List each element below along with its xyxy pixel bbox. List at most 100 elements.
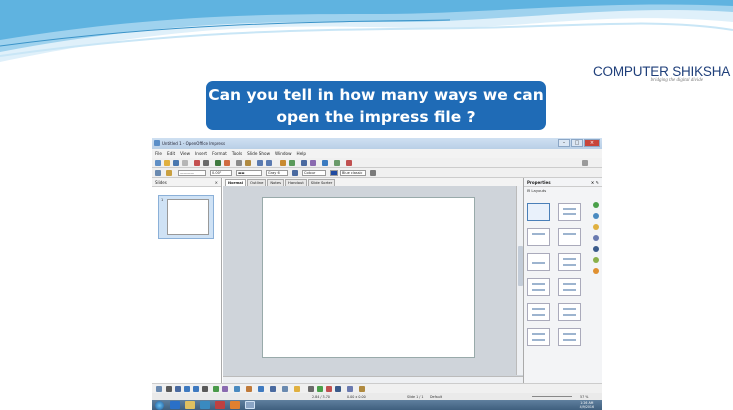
help-icon[interactable]: [322, 160, 328, 166]
flowchart-icon[interactable]: [270, 386, 276, 392]
rectangle-icon[interactable]: [184, 386, 190, 392]
tab-slide-sorter[interactable]: Slide Sorter: [307, 179, 336, 186]
glue-points-icon[interactable]: [347, 386, 353, 392]
undo-icon[interactable]: [257, 160, 263, 166]
menu-view[interactable]: View: [180, 151, 190, 156]
copy-icon[interactable]: [236, 160, 242, 166]
text-icon[interactable]: [202, 386, 208, 392]
effects-icon[interactable]: [359, 386, 365, 392]
area-fill-type-select[interactable]: Colour: [302, 170, 326, 176]
tab-outline[interactable]: Outline: [247, 179, 267, 186]
layout-two-content[interactable]: [558, 228, 581, 246]
styles-icon[interactable]: [593, 246, 599, 252]
callouts-icon[interactable]: [282, 386, 288, 392]
gallery-sidebar-icon[interactable]: [593, 257, 599, 263]
layout-title-text[interactable]: [558, 253, 581, 271]
menu-window[interactable]: Window: [275, 151, 292, 156]
properties-deck-icon[interactable]: [593, 202, 599, 208]
layout-title-only[interactable]: [527, 228, 550, 246]
curve-icon[interactable]: [213, 386, 219, 392]
block-arrows-icon[interactable]: [258, 386, 264, 392]
tab-notes[interactable]: Notes: [267, 179, 285, 186]
layout-blank[interactable]: [527, 203, 550, 221]
ellipse-icon[interactable]: [193, 386, 199, 392]
layout-title-2-over[interactable]: [558, 303, 581, 321]
tab-handout[interactable]: Handout: [285, 179, 307, 186]
close-button[interactable]: ×: [584, 139, 600, 147]
image-icon[interactable]: [326, 386, 332, 392]
redo-icon[interactable]: [266, 160, 272, 166]
navigator-sidebar-icon[interactable]: [593, 268, 599, 274]
shadow-icon[interactable]: [370, 170, 376, 176]
zoom-slider[interactable]: [532, 396, 572, 397]
connector-icon[interactable]: [222, 386, 228, 392]
navigator-icon[interactable]: [301, 160, 307, 166]
ie-icon[interactable]: [170, 401, 180, 409]
toolbar-options-icon[interactable]: [582, 160, 588, 166]
new-icon[interactable]: [155, 160, 161, 166]
email-icon[interactable]: [182, 160, 188, 166]
fontwork-icon[interactable]: [317, 386, 323, 392]
basic-shapes-icon[interactable]: [234, 386, 240, 392]
close-pane-icon[interactable]: ×: [215, 180, 218, 185]
slide-show-icon[interactable]: [346, 160, 352, 166]
media-player-icon[interactable]: [200, 401, 210, 409]
layout-title-6-content[interactable]: [527, 328, 550, 346]
menu-edit[interactable]: Edit: [167, 151, 175, 156]
layouts-section-header[interactable]: ⊟ Layouts: [524, 187, 602, 194]
menu-file[interactable]: File: [155, 151, 162, 156]
print-icon[interactable]: [203, 160, 209, 166]
stars-icon[interactable]: [294, 386, 300, 392]
arrow-tool-icon[interactable]: [175, 386, 181, 392]
menu-help[interactable]: Help: [297, 151, 307, 156]
cut-icon[interactable]: [224, 160, 230, 166]
impress-taskbar-icon[interactable]: [245, 401, 255, 409]
slide-canvas[interactable]: [262, 197, 475, 358]
layout-title-content-2[interactable]: [558, 278, 581, 296]
select-icon[interactable]: [156, 386, 162, 392]
layout-title-content[interactable]: [558, 203, 581, 221]
gallery-icon[interactable]: [310, 160, 316, 166]
line-icon[interactable]: [166, 170, 172, 176]
menu-slide-show[interactable]: Slide Show: [247, 151, 270, 156]
line-color-select[interactable]: ▬▬: [236, 170, 262, 176]
line-width-field[interactable]: 0.00": [210, 170, 232, 176]
layout-centered-text[interactable]: [527, 253, 550, 271]
points-icon[interactable]: [308, 386, 314, 392]
pdf-icon[interactable]: [194, 160, 200, 166]
save-icon[interactable]: [173, 160, 179, 166]
area-icon[interactable]: [292, 170, 298, 176]
layout-title-4-content[interactable]: [527, 303, 550, 321]
line-tool-icon[interactable]: [166, 386, 172, 392]
layout-title-2-content[interactable]: [527, 278, 550, 296]
menu-insert[interactable]: Insert: [195, 151, 207, 156]
master-slides-icon[interactable]: [593, 213, 599, 219]
maximize-button[interactable]: □: [571, 139, 583, 147]
custom-animation-icon[interactable]: [593, 224, 599, 230]
slide-transition-icon[interactable]: [593, 235, 599, 241]
vertical-scrollbar[interactable]: [516, 186, 523, 375]
arrow-style-icon[interactable]: [155, 170, 161, 176]
table-icon[interactable]: [289, 160, 295, 166]
menu-tools[interactable]: Tools: [232, 151, 242, 156]
chart-icon[interactable]: [280, 160, 286, 166]
fill-color-select[interactable]: Blue classic: [340, 170, 366, 176]
slide-thumbnail[interactable]: 1: [158, 195, 214, 239]
menu-format[interactable]: Format: [212, 151, 227, 156]
taskbar-app-icon[interactable]: [215, 401, 225, 409]
start-button[interactable]: [155, 401, 164, 410]
minimize-button[interactable]: –: [558, 139, 570, 147]
explorer-icon[interactable]: [185, 401, 195, 409]
system-clock[interactable]: 1:26 AM 4/9/2016: [580, 401, 594, 410]
tab-normal[interactable]: Normal: [225, 179, 247, 186]
symbol-shapes-icon[interactable]: [246, 386, 252, 392]
firefox-icon[interactable]: [230, 401, 240, 409]
extrusion-icon[interactable]: [335, 386, 341, 392]
line-style-select[interactable]: ————: [178, 170, 206, 176]
layout-vertical[interactable]: [558, 328, 581, 346]
spellcheck-icon[interactable]: [215, 160, 221, 166]
area-style-select[interactable]: Gray 6: [266, 170, 288, 176]
paste-icon[interactable]: [245, 160, 251, 166]
horizontal-scrollbar[interactable]: [223, 376, 523, 383]
display-view-icon[interactable]: [334, 160, 340, 166]
